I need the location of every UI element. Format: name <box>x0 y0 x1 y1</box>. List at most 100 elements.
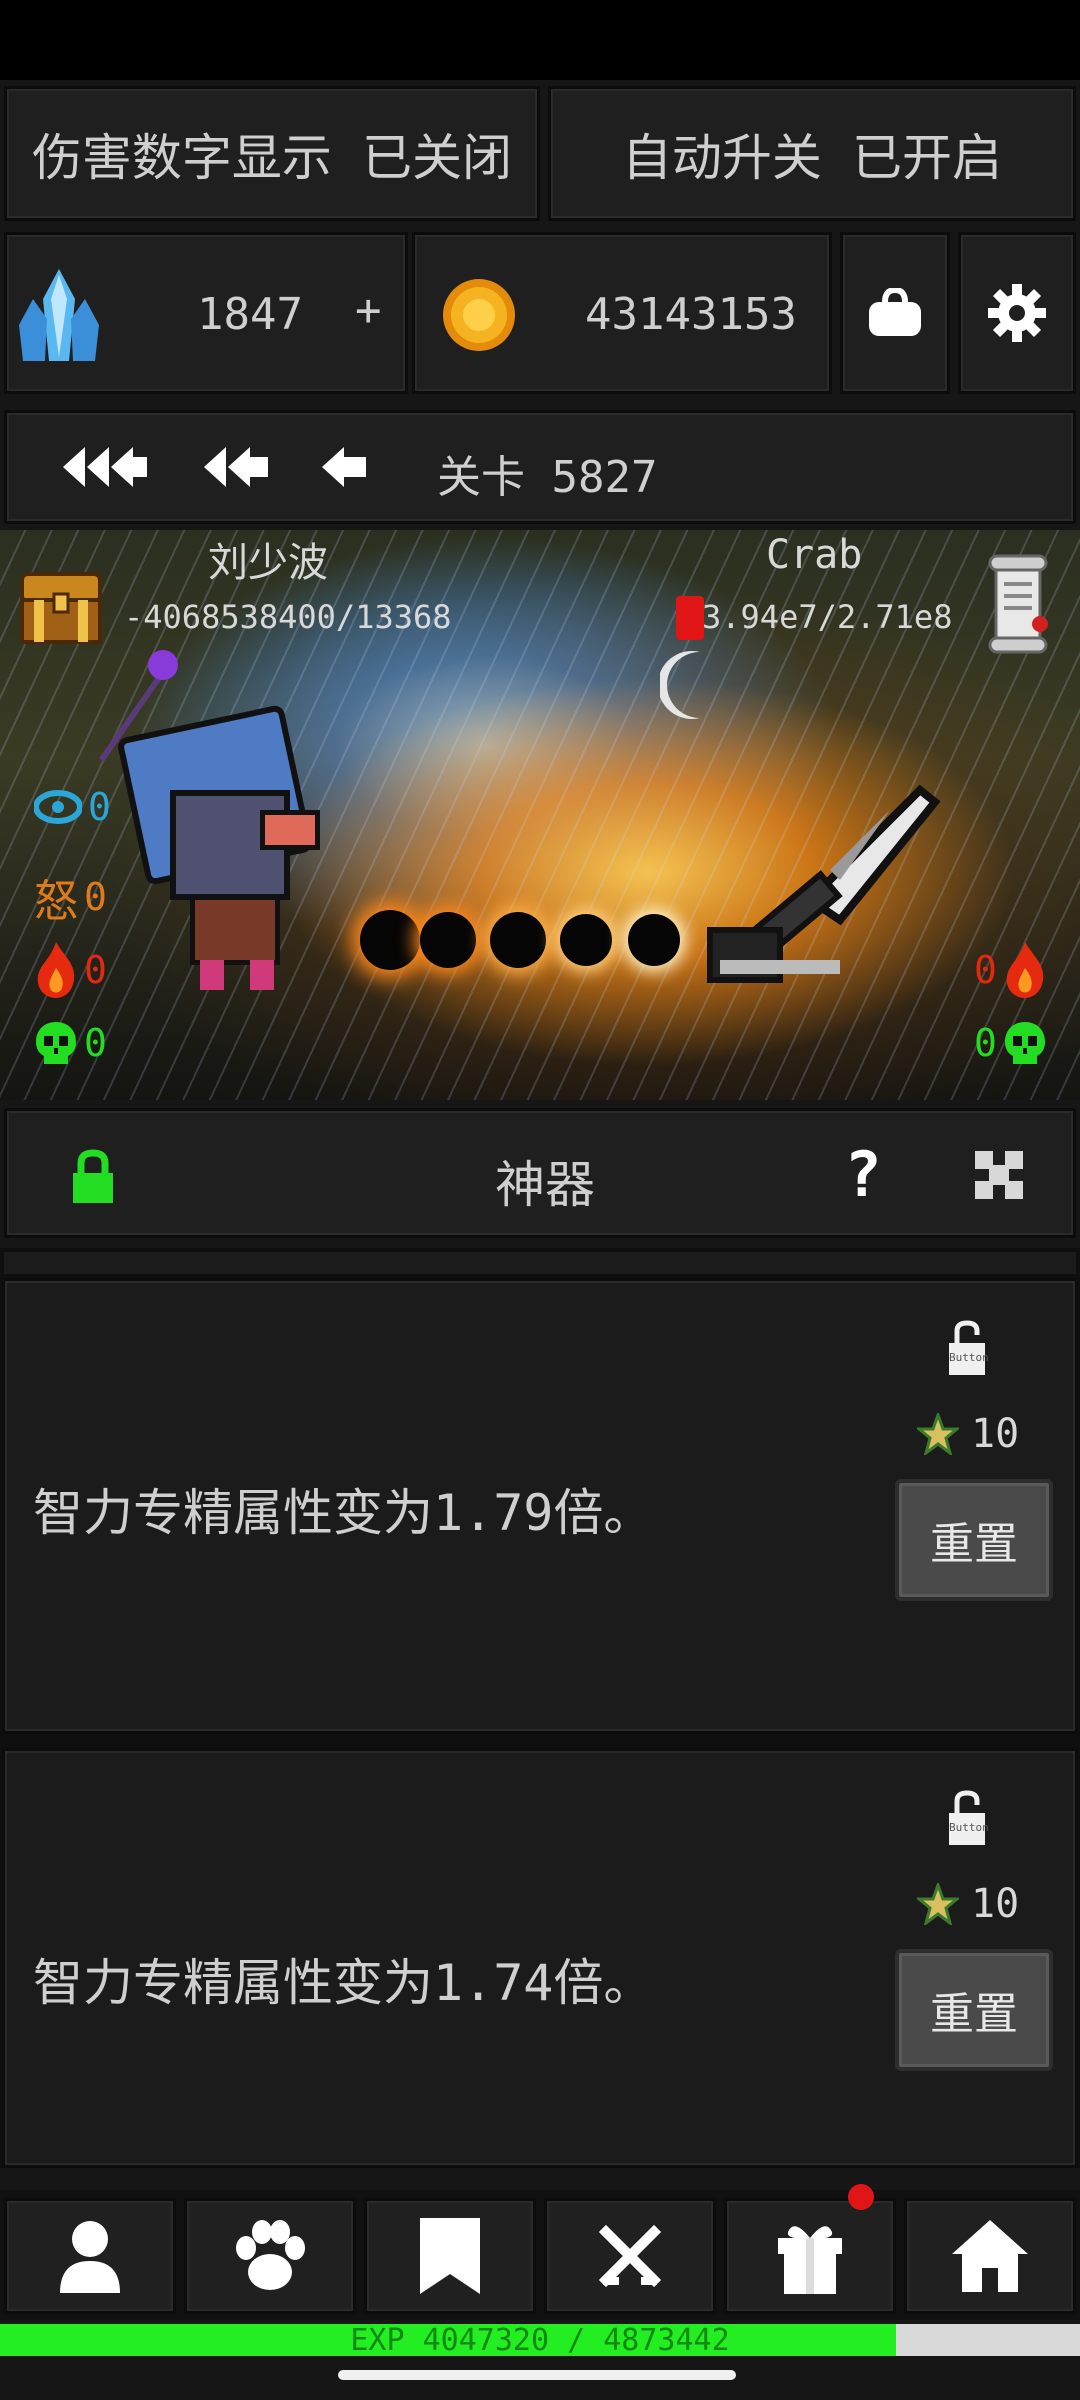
auto-upgrade-label: 自动升关 已开启 <box>621 128 1003 187</box>
player-eye-value: 0 <box>88 785 111 829</box>
nav-bookmark-button[interactable] <box>364 2198 536 2314</box>
cost-value: 10 <box>971 1411 1020 1457</box>
back-one-button[interactable] <box>315 437 375 497</box>
dark-orb-projectiles <box>360 900 690 980</box>
quest-scroll-button[interactable] <box>986 554 1050 654</box>
artifact-description: 智力专精属性变为1.74倍。 <box>33 1954 654 2012</box>
enemy-fire-stat: 0 <box>974 940 1047 1000</box>
person-icon <box>60 2221 120 2293</box>
bottom-nav <box>0 2184 1080 2320</box>
list-top-strip <box>4 1252 1076 1274</box>
enemy-fire-value: 0 <box>974 948 997 992</box>
left-arrow-icon <box>322 447 366 487</box>
battle-scene: 刘少波 -4068538400/13368 Crab 3.94e7/2.71e8… <box>0 530 1080 1100</box>
paw-icon <box>236 2220 305 2290</box>
help-button[interactable]: ? <box>833 1138 893 1211</box>
fire-icon <box>37 942 75 998</box>
enemy-hp-indicator <box>676 596 704 640</box>
bag-button[interactable] <box>840 232 950 394</box>
triple-left-arrow-icon <box>63 447 147 487</box>
status-bar <box>0 0 1080 80</box>
artifact-description: 智力专精属性变为1.79倍。 <box>33 1484 654 1542</box>
enemy-name: Crab <box>766 532 863 578</box>
skull-icon <box>1004 1022 1045 1064</box>
home-indicator[interactable] <box>338 2370 736 2380</box>
artifact-item: 智力专精属性变为1.79倍。 Button 10 重置 <box>2 1278 1078 1734</box>
artifact-lock-button[interactable] <box>57 1141 129 1213</box>
exp-bar: EXP 4047320 / 4873442 <box>0 2322 1080 2358</box>
reset-button-label: 重置 <box>930 1989 1018 2040</box>
player-skull-stat: 0 <box>34 1020 107 1066</box>
scroll-icon <box>988 554 1048 654</box>
eye-icon <box>34 790 82 824</box>
cost-display: 10 <box>917 1411 1019 1457</box>
enemy-hp: 3.94e7/2.71e8 <box>702 598 953 636</box>
cost-value: 10 <box>971 1881 1020 1927</box>
unlock-icon <box>949 1790 985 1845</box>
nav-home-button[interactable] <box>904 2198 1076 2314</box>
unlock-button-label: Button <box>949 1821 989 1834</box>
enemy-skull-value: 0 <box>974 1021 997 1065</box>
back-two-button[interactable] <box>197 437 277 497</box>
artifact-list[interactable]: 智力专精属性变为1.79倍。 Button 10 重置 智力专精属性变为1.74… <box>0 1248 1080 2168</box>
gold-coin-icon <box>443 279 515 351</box>
back-three-button[interactable] <box>57 437 153 497</box>
unlock-toggle-button[interactable]: Button <box>945 1319 989 1377</box>
skull-icon <box>36 1022 76 1064</box>
gift-notification-badge <box>848 2184 874 2210</box>
unlock-icon <box>949 1320 985 1375</box>
damage-display-toggle[interactable]: 伤害数字显示 已关闭 <box>4 86 540 221</box>
crystal-panel: 1847 + <box>4 232 408 394</box>
gift-icon <box>778 2226 842 2294</box>
nav-character-button[interactable] <box>4 2198 176 2314</box>
gold-panel: 43143153 <box>412 232 832 394</box>
nav-gift-button[interactable] <box>724 2198 896 2314</box>
exp-text: EXP 4047320 / 4873442 <box>350 2322 730 2358</box>
cost-display: 10 <box>917 1881 1019 1927</box>
artifact-item: 智力专精属性变为1.74倍。 Button 10 重置 <box>2 1748 1078 2168</box>
player-hp: -4068538400/13368 <box>124 598 452 636</box>
treasure-chest-icon <box>20 572 102 644</box>
player-skull-value: 0 <box>84 1021 107 1065</box>
player-fire-value: 0 <box>84 948 107 992</box>
stage-label: 关卡 5827 <box>437 452 658 503</box>
crystal-icon <box>19 269 99 361</box>
damage-display-label: 伤害数字显示 已关闭 <box>31 128 513 187</box>
artifact-title: 神器 <box>495 1156 595 1214</box>
crystal-count: 1847 <box>197 289 303 340</box>
auto-upgrade-toggle[interactable]: 自动升关 已开启 <box>548 86 1076 221</box>
player-rage-stat: 怒 0 <box>34 865 107 929</box>
enemy-skull-stat: 0 <box>974 1020 1047 1066</box>
settings-button[interactable] <box>958 232 1076 394</box>
close-button[interactable] <box>969 1145 1029 1205</box>
star-icon <box>917 1413 959 1455</box>
unlock-button-label: Button <box>949 1351 989 1364</box>
moon-icon <box>660 651 700 719</box>
player-fire-stat: 0 <box>34 940 107 1000</box>
home-icon <box>952 2220 1028 2292</box>
unlock-toggle-button[interactable]: Button <box>945 1789 989 1847</box>
gear-icon <box>988 284 1046 342</box>
player-character <box>90 650 350 1010</box>
lock-icon <box>73 1149 113 1203</box>
stage-bar: 关卡 5827 <box>4 410 1076 524</box>
reset-button-label: 重置 <box>930 1519 1018 1570</box>
reset-button[interactable]: 重置 <box>895 1479 1053 1601</box>
bag-icon <box>869 288 921 336</box>
bookmark-icon <box>420 2218 480 2294</box>
close-icon <box>975 1151 1023 1199</box>
player-eye-stat: 0 <box>34 785 111 829</box>
nav-battle-button[interactable] <box>544 2198 716 2314</box>
gold-count: 43143153 <box>585 289 797 340</box>
rage-icon: 怒 <box>34 876 78 927</box>
add-crystal-button[interactable]: + <box>355 285 382 336</box>
nav-pet-button[interactable] <box>184 2198 356 2314</box>
double-left-arrow-icon <box>204 447 268 487</box>
fire-icon <box>1006 942 1044 998</box>
reset-button[interactable]: 重置 <box>895 1949 1053 2071</box>
artifact-header: 神器 ? <box>4 1108 1076 1238</box>
crossed-swords-icon <box>598 2224 662 2288</box>
star-icon <box>917 1883 959 1925</box>
player-rage-value: 0 <box>84 875 107 919</box>
treasure-chest-button[interactable] <box>20 570 102 644</box>
